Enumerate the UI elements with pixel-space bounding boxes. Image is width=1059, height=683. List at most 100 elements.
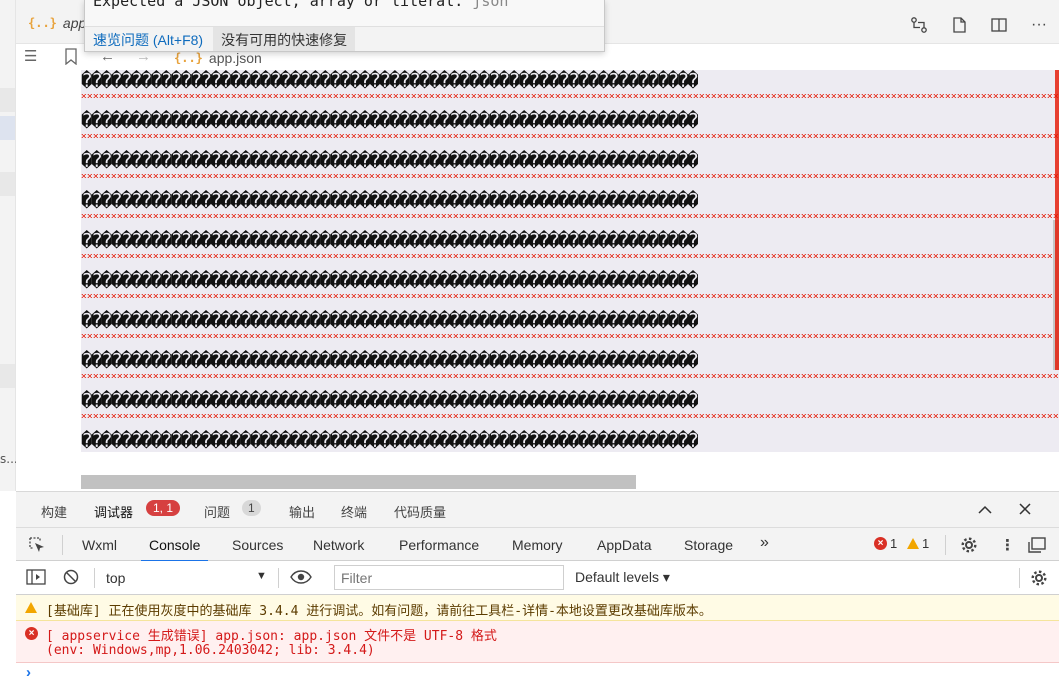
horizontal-scrollbar[interactable] <box>81 475 636 489</box>
tab-console[interactable]: Console <box>140 537 209 562</box>
debugger-badge: 1, 1 <box>146 500 181 516</box>
code-line: ����������������������������������������… <box>81 340 1059 380</box>
hover-source: json <box>472 0 509 10</box>
devtools-tabbar: Wxml Console Sources Network Performance… <box>16 527 1059 562</box>
code-line-text: ����������������������������������������… <box>81 350 699 372</box>
tab-build[interactable]: 构建 <box>41 502 67 521</box>
log-levels-dropdown[interactable]: Default levels ▾ <box>575 569 670 586</box>
more-actions-icon[interactable]: ··· <box>1019 10 1059 40</box>
peek-problem-link[interactable]: 速览问题 (Alt+F8) <box>85 30 213 50</box>
bookmark-icon[interactable] <box>64 48 78 70</box>
code-line-text: ����������������������������������������… <box>81 430 699 452</box>
error-overview-ruler <box>1055 70 1059 370</box>
split-editor-icon[interactable] <box>979 10 1019 40</box>
tab-debugger[interactable]: 调试器 <box>94 502 134 530</box>
code-line-text: ����������������������������������������… <box>81 390 699 412</box>
context-selector[interactable]: top <box>106 570 125 586</box>
tab-wxml[interactable]: Wxml <box>82 537 117 553</box>
hover-message-text: Expected a JSON object, array or literal… <box>93 0 464 10</box>
tab-sources[interactable]: Sources <box>232 537 283 553</box>
diagnostic-hover: Expected a JSON object, array or literal… <box>84 0 605 52</box>
code-line: ����������������������������������������… <box>81 420 1059 452</box>
code-line: ����������������������������������������… <box>81 260 1059 300</box>
tab-terminal[interactable]: 终端 <box>341 502 367 521</box>
sidebar-row[interactable] <box>0 364 15 388</box>
devtools-window: s... {..} app ··· ☰ ← → {..} app.json Ex… <box>0 0 1059 683</box>
error-squiggle <box>81 134 1059 138</box>
code-line: ����������������������������������������… <box>81 380 1059 420</box>
code-line-text: ����������������������������������������… <box>81 190 699 212</box>
sidebar-row[interactable] <box>0 172 15 196</box>
outline-list-icon[interactable]: ☰ <box>24 48 37 66</box>
code-line-text: ����������������������������������������… <box>81 230 699 252</box>
error-env-text: (env: Windows,mp,1.06.2403042; lib: 3.4.… <box>46 643 375 658</box>
settings-gear-icon[interactable] <box>960 536 978 558</box>
close-panel-icon[interactable] <box>1019 502 1031 518</box>
undock-icon[interactable] <box>1027 536 1047 558</box>
collapse-panel-icon[interactable] <box>978 502 992 518</box>
sidebar-row-selected[interactable] <box>0 116 15 140</box>
code-line: ����������������������������������������… <box>81 100 1059 140</box>
more-tabs-icon[interactable]: » <box>760 534 769 552</box>
compare-changes-icon[interactable] <box>899 10 939 40</box>
code-editor[interactable]: ����������������������������������������… <box>16 70 1059 491</box>
editor-actions: ··· <box>899 10 1059 40</box>
sidebar-toggle-icon[interactable] <box>26 569 46 589</box>
problems-badge: 1 <box>242 500 261 516</box>
code-lines[interactable]: ����������������������������������������… <box>81 70 1059 452</box>
breadcrumb-file: app.json <box>208 50 262 66</box>
error-icon: × <box>25 627 38 640</box>
error-squiggle <box>81 174 1059 178</box>
live-expression-eye-icon[interactable] <box>290 569 312 589</box>
error-squiggle <box>81 414 1059 418</box>
json-file-icon: {..} <box>28 16 57 30</box>
error-count: 1 <box>890 536 898 551</box>
error-squiggle <box>81 374 1059 378</box>
console-warning-message[interactable]: [基础库] 正在使用灰度中的基础库 3.4.4 进行调试。如有问题，请前往工具栏… <box>16 595 1059 621</box>
tab-network[interactable]: Network <box>313 537 364 553</box>
tab-storage[interactable]: Storage <box>684 537 733 553</box>
error-squiggle <box>81 254 1059 258</box>
tab-memory[interactable]: Memory <box>512 537 563 553</box>
console-filter-input[interactable] <box>334 565 564 590</box>
tab-performance[interactable]: Performance <box>399 537 479 553</box>
more-options-icon[interactable]: ⋮ <box>1000 536 1015 554</box>
toolbar-divider <box>94 568 95 588</box>
hover-actions: 速览问题 (Alt+F8) 没有可用的快速修复 <box>85 26 604 51</box>
code-line: ����������������������������������������… <box>81 300 1059 340</box>
console-error-message[interactable]: × [ appservice 生成错误] app.json: app.json … <box>16 621 1059 663</box>
hover-message: Expected a JSON object, array or literal… <box>93 0 508 10</box>
warning-count-indicator[interactable]: 1 <box>907 536 929 551</box>
left-sidebar-strip <box>0 0 16 491</box>
code-line-text: ����������������������������������������… <box>81 270 699 292</box>
warning-text: [基础库] 正在使用灰度中的基础库 3.4.4 进行调试。如有问题，请前往工具栏… <box>46 604 712 619</box>
code-line-text: ����������������������������������������… <box>81 110 699 132</box>
code-line-text: ����������������������������������������… <box>81 70 699 92</box>
error-count-indicator[interactable]: × 1 <box>874 536 897 551</box>
breadcrumb[interactable]: {..} app.json <box>174 50 262 66</box>
context-caret-icon[interactable]: ▼ <box>256 570 267 582</box>
tab-appdata[interactable]: AppData <box>597 537 651 553</box>
tab-code-quality[interactable]: 代码质量 <box>394 502 446 521</box>
toolbar-divider <box>278 568 279 588</box>
code-line: ����������������������������������������… <box>81 180 1059 220</box>
error-text: [ appservice 生成错误] app.json: app.json 文件… <box>46 629 497 644</box>
open-file-icon[interactable] <box>939 10 979 40</box>
toolbar-divider <box>62 535 63 555</box>
warning-count: 1 <box>922 536 930 551</box>
code-line-text: ����������������������������������������… <box>81 310 699 332</box>
tab-output[interactable]: 输出 <box>289 502 315 521</box>
error-icon: × <box>874 537 887 550</box>
json-file-icon: {..} <box>174 51 203 65</box>
inspect-element-icon[interactable] <box>28 536 46 558</box>
editor-tab-app-json[interactable]: {..} app <box>28 15 86 31</box>
code-line: ����������������������������������������… <box>81 220 1059 260</box>
console-prompt-icon[interactable]: › <box>26 664 31 681</box>
error-squiggle <box>81 94 1059 98</box>
clear-console-icon[interactable] <box>63 569 79 589</box>
error-squiggle <box>81 294 1059 298</box>
log-levels-label: Default levels <box>575 569 660 585</box>
tab-problems[interactable]: 问题 <box>204 502 230 521</box>
sidebar-row[interactable] <box>0 88 15 112</box>
console-settings-gear-icon[interactable] <box>1030 569 1048 591</box>
